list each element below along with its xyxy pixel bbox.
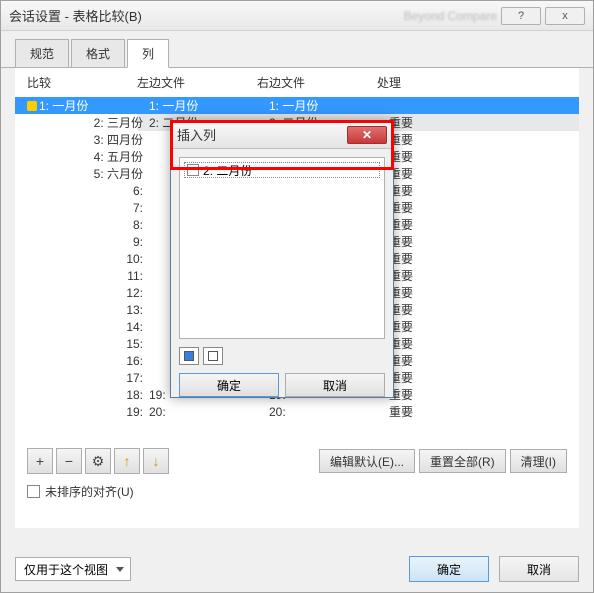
dialog-buttons: 确定 取消 bbox=[179, 373, 385, 397]
settings-button[interactable]: ⚙ bbox=[85, 448, 111, 474]
cell-compare: 4: 五月份 bbox=[39, 148, 149, 165]
unsorted-align-checkbox[interactable] bbox=[27, 485, 40, 498]
move-down-button[interactable]: ↓ bbox=[143, 448, 169, 474]
cell-handle: 重要 bbox=[389, 386, 579, 403]
cell-compare: 19: bbox=[39, 405, 149, 419]
cell-handle: 重要 bbox=[389, 335, 579, 352]
cell-handle: 重要 bbox=[389, 250, 579, 267]
cell-compare: 17: bbox=[39, 371, 149, 385]
cell-compare: 14: bbox=[39, 320, 149, 334]
cell-handle: 重要 bbox=[389, 318, 579, 335]
dialog-toggles bbox=[179, 347, 385, 365]
cell-right: 20: bbox=[269, 405, 389, 419]
insert-column-dialog: 插入列 ✕ 2: 二月份 确定 取消 bbox=[170, 120, 394, 398]
cell-compare: 12: bbox=[39, 286, 149, 300]
cell-compare: 10: bbox=[39, 252, 149, 266]
dialog-title: 插入列 bbox=[177, 125, 347, 144]
cell-left: 20: bbox=[149, 405, 269, 419]
cell-compare: 13: bbox=[39, 303, 149, 317]
col-handle: 处理 bbox=[377, 74, 579, 91]
cell-compare: 2: 三月份 bbox=[39, 114, 149, 131]
close-button[interactable]: x bbox=[545, 7, 585, 25]
cell-handle: 重要 bbox=[389, 165, 579, 182]
tab-columns[interactable]: 列 bbox=[127, 39, 169, 68]
cell-handle: 重要 bbox=[389, 199, 579, 216]
grid-header: 比较 左边文件 右边文件 处理 bbox=[15, 68, 579, 97]
titlebar: 会话设置 - 表格比较(B) Beyond Compare ? x bbox=[1, 1, 593, 31]
reset-all-button[interactable]: 重置全部(R) bbox=[419, 449, 506, 473]
col-compare: 比较 bbox=[27, 74, 137, 91]
tabs: 规范 格式 列 bbox=[1, 31, 593, 68]
dialog-cancel-button[interactable]: 取消 bbox=[285, 373, 385, 397]
cell-handle: 重要 bbox=[389, 114, 579, 131]
dialog-list-item[interactable]: 2: 二月份 bbox=[184, 162, 380, 178]
dialog-close-button[interactable]: ✕ bbox=[347, 126, 387, 144]
cell-compare: 8: bbox=[39, 218, 149, 232]
ok-button[interactable]: 确定 bbox=[409, 556, 489, 582]
col-right: 右边文件 bbox=[257, 74, 377, 91]
unsorted-align-label: 未排序的对齐(U) bbox=[45, 483, 134, 500]
cell-handle: 重要 bbox=[389, 284, 579, 301]
add-button[interactable]: + bbox=[27, 448, 53, 474]
table-row[interactable]: 1: 一月份1: 一月份1: 一月份 bbox=[15, 97, 579, 114]
uncheck-all-button[interactable] bbox=[203, 347, 223, 365]
cell-compare: 6: bbox=[39, 184, 149, 198]
toolbar: + − ⚙ ↑ ↓ 编辑默认(E)... 重置全部(R) 清理(I) bbox=[27, 448, 567, 474]
cell-compare: 18: bbox=[39, 388, 149, 402]
cell-compare: 11: bbox=[39, 269, 149, 283]
dialog-list[interactable]: 2: 二月份 bbox=[179, 157, 385, 339]
footer: 仅用于这个视图 确定 取消 bbox=[15, 556, 579, 582]
window-title: 会话设置 - 表格比较(B) bbox=[9, 6, 400, 25]
clear-button[interactable]: 清理(I) bbox=[510, 449, 567, 473]
dialog-titlebar: 插入列 ✕ bbox=[171, 121, 393, 149]
cell-handle: 重要 bbox=[389, 233, 579, 250]
cell-handle: 重要 bbox=[389, 301, 579, 318]
cell-compare: 15: bbox=[39, 337, 149, 351]
dialog-item-checkbox[interactable] bbox=[187, 164, 199, 176]
cell-left: 1: 一月份 bbox=[149, 97, 269, 114]
app-name-faded: Beyond Compare bbox=[404, 9, 497, 23]
tab-spec[interactable]: 规范 bbox=[15, 39, 69, 67]
scope-combo[interactable]: 仅用于这个视图 bbox=[15, 557, 131, 581]
dialog-item-label: 2: 二月份 bbox=[203, 162, 252, 179]
cancel-button[interactable]: 取消 bbox=[499, 556, 579, 582]
key-icon bbox=[27, 101, 37, 111]
cell-compare: 9: bbox=[39, 235, 149, 249]
cell-compare: 16: bbox=[39, 354, 149, 368]
unsorted-align-row[interactable]: 未排序的对齐(U) bbox=[27, 483, 134, 500]
cell-compare: 7: bbox=[39, 201, 149, 215]
cell-handle: 重要 bbox=[389, 216, 579, 233]
dialog-ok-button[interactable]: 确定 bbox=[179, 373, 279, 397]
cell-compare: 3: 四月份 bbox=[39, 131, 149, 148]
scope-combo-label: 仅用于这个视图 bbox=[24, 561, 108, 578]
cell-compare: 5: 六月份 bbox=[39, 165, 149, 182]
help-button[interactable]: ? bbox=[501, 7, 541, 25]
move-up-button[interactable]: ↑ bbox=[114, 448, 140, 474]
remove-button[interactable]: − bbox=[56, 448, 82, 474]
cell-compare: 1: 一月份 bbox=[39, 97, 149, 114]
cell-handle: 重要 bbox=[389, 352, 579, 369]
table-row[interactable]: 19:20:20:重要 bbox=[15, 403, 579, 420]
cell-handle: 重要 bbox=[389, 182, 579, 199]
cell-right: 1: 一月份 bbox=[269, 97, 389, 114]
check-all-button[interactable] bbox=[179, 347, 199, 365]
cell-handle: 重要 bbox=[389, 267, 579, 284]
cell-handle: 重要 bbox=[389, 369, 579, 386]
cell-handle: 重要 bbox=[389, 148, 579, 165]
edit-default-button[interactable]: 编辑默认(E)... bbox=[319, 449, 415, 473]
cell-handle: 重要 bbox=[389, 131, 579, 148]
tab-format[interactable]: 格式 bbox=[71, 39, 125, 67]
cell-handle: 重要 bbox=[389, 403, 579, 420]
col-left: 左边文件 bbox=[137, 74, 257, 91]
